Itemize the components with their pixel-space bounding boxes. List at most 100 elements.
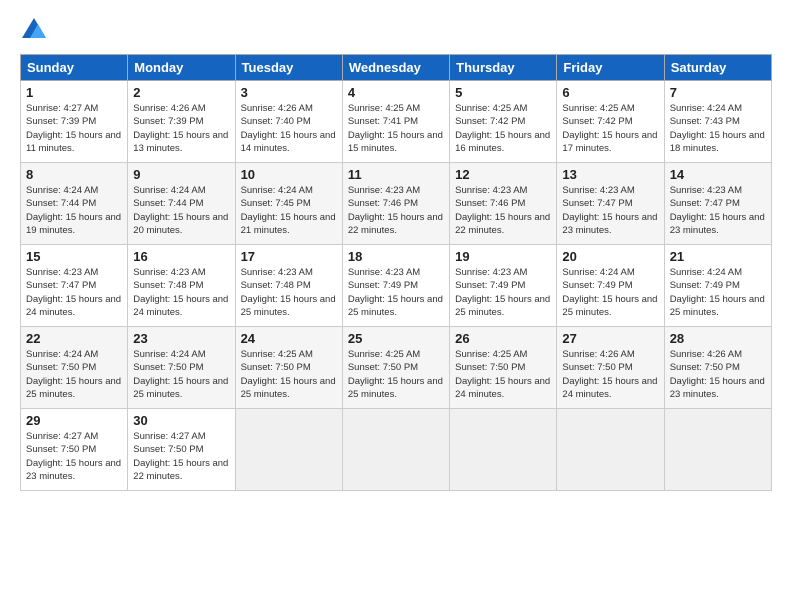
- calendar-table: Sunday Monday Tuesday Wednesday Thursday…: [20, 54, 772, 491]
- table-row: 22 Sunrise: 4:24 AMSunset: 7:50 PMDaylig…: [21, 327, 128, 409]
- day-info: Sunrise: 4:23 AMSunset: 7:49 PMDaylight:…: [348, 266, 444, 319]
- day-info: Sunrise: 4:24 AMSunset: 7:50 PMDaylight:…: [133, 348, 229, 401]
- table-row: 27 Sunrise: 4:26 AMSunset: 7:50 PMDaylig…: [557, 327, 664, 409]
- day-info: Sunrise: 4:26 AMSunset: 7:39 PMDaylight:…: [133, 102, 229, 155]
- day-number: 14: [670, 167, 766, 182]
- table-row: [235, 409, 342, 491]
- table-row: 26 Sunrise: 4:25 AMSunset: 7:50 PMDaylig…: [450, 327, 557, 409]
- col-thursday: Thursday: [450, 55, 557, 81]
- table-row: 11 Sunrise: 4:23 AMSunset: 7:46 PMDaylig…: [342, 163, 449, 245]
- day-number: 5: [455, 85, 551, 100]
- table-row: 24 Sunrise: 4:25 AMSunset: 7:50 PMDaylig…: [235, 327, 342, 409]
- day-number: 15: [26, 249, 122, 264]
- day-number: 7: [670, 85, 766, 100]
- logo-icon: [20, 16, 48, 44]
- table-row: 9 Sunrise: 4:24 AMSunset: 7:44 PMDayligh…: [128, 163, 235, 245]
- table-row: 12 Sunrise: 4:23 AMSunset: 7:46 PMDaylig…: [450, 163, 557, 245]
- day-number: 29: [26, 413, 122, 428]
- day-info: Sunrise: 4:24 AMSunset: 7:44 PMDaylight:…: [133, 184, 229, 237]
- day-info: Sunrise: 4:24 AMSunset: 7:43 PMDaylight:…: [670, 102, 766, 155]
- table-row: 5 Sunrise: 4:25 AMSunset: 7:42 PMDayligh…: [450, 81, 557, 163]
- col-friday: Friday: [557, 55, 664, 81]
- table-row: 28 Sunrise: 4:26 AMSunset: 7:50 PMDaylig…: [664, 327, 771, 409]
- col-wednesday: Wednesday: [342, 55, 449, 81]
- col-saturday: Saturday: [664, 55, 771, 81]
- day-info: Sunrise: 4:25 AMSunset: 7:50 PMDaylight:…: [241, 348, 337, 401]
- col-sunday: Sunday: [21, 55, 128, 81]
- table-row: 25 Sunrise: 4:25 AMSunset: 7:50 PMDaylig…: [342, 327, 449, 409]
- calendar-week-4: 22 Sunrise: 4:24 AMSunset: 7:50 PMDaylig…: [21, 327, 772, 409]
- day-info: Sunrise: 4:24 AMSunset: 7:44 PMDaylight:…: [26, 184, 122, 237]
- table-row: 7 Sunrise: 4:24 AMSunset: 7:43 PMDayligh…: [664, 81, 771, 163]
- header: [20, 16, 772, 44]
- table-row: 14 Sunrise: 4:23 AMSunset: 7:47 PMDaylig…: [664, 163, 771, 245]
- day-number: 4: [348, 85, 444, 100]
- day-number: 21: [670, 249, 766, 264]
- table-row: 3 Sunrise: 4:26 AMSunset: 7:40 PMDayligh…: [235, 81, 342, 163]
- table-row: 15 Sunrise: 4:23 AMSunset: 7:47 PMDaylig…: [21, 245, 128, 327]
- day-info: Sunrise: 4:27 AMSunset: 7:39 PMDaylight:…: [26, 102, 122, 155]
- day-number: 24: [241, 331, 337, 346]
- day-number: 8: [26, 167, 122, 182]
- day-info: Sunrise: 4:24 AMSunset: 7:49 PMDaylight:…: [670, 266, 766, 319]
- table-row: 2 Sunrise: 4:26 AMSunset: 7:39 PMDayligh…: [128, 81, 235, 163]
- table-row: 13 Sunrise: 4:23 AMSunset: 7:47 PMDaylig…: [557, 163, 664, 245]
- day-info: Sunrise: 4:24 AMSunset: 7:49 PMDaylight:…: [562, 266, 658, 319]
- table-row: 6 Sunrise: 4:25 AMSunset: 7:42 PMDayligh…: [557, 81, 664, 163]
- calendar-week-5: 29 Sunrise: 4:27 AMSunset: 7:50 PMDaylig…: [21, 409, 772, 491]
- day-number: 11: [348, 167, 444, 182]
- day-info: Sunrise: 4:24 AMSunset: 7:50 PMDaylight:…: [26, 348, 122, 401]
- day-number: 17: [241, 249, 337, 264]
- day-number: 13: [562, 167, 658, 182]
- day-number: 27: [562, 331, 658, 346]
- day-number: 23: [133, 331, 229, 346]
- calendar-week-3: 15 Sunrise: 4:23 AMSunset: 7:47 PMDaylig…: [21, 245, 772, 327]
- day-number: 9: [133, 167, 229, 182]
- table-row: [664, 409, 771, 491]
- table-row: [342, 409, 449, 491]
- day-number: 22: [26, 331, 122, 346]
- day-number: 16: [133, 249, 229, 264]
- day-info: Sunrise: 4:24 AMSunset: 7:45 PMDaylight:…: [241, 184, 337, 237]
- day-number: 6: [562, 85, 658, 100]
- col-tuesday: Tuesday: [235, 55, 342, 81]
- table-row: 30 Sunrise: 4:27 AMSunset: 7:50 PMDaylig…: [128, 409, 235, 491]
- day-info: Sunrise: 4:23 AMSunset: 7:47 PMDaylight:…: [26, 266, 122, 319]
- table-row: 16 Sunrise: 4:23 AMSunset: 7:48 PMDaylig…: [128, 245, 235, 327]
- calendar-week-2: 8 Sunrise: 4:24 AMSunset: 7:44 PMDayligh…: [21, 163, 772, 245]
- day-number: 3: [241, 85, 337, 100]
- day-info: Sunrise: 4:26 AMSunset: 7:50 PMDaylight:…: [670, 348, 766, 401]
- day-info: Sunrise: 4:27 AMSunset: 7:50 PMDaylight:…: [133, 430, 229, 483]
- day-info: Sunrise: 4:25 AMSunset: 7:50 PMDaylight:…: [348, 348, 444, 401]
- table-row: 10 Sunrise: 4:24 AMSunset: 7:45 PMDaylig…: [235, 163, 342, 245]
- day-number: 2: [133, 85, 229, 100]
- day-info: Sunrise: 4:23 AMSunset: 7:46 PMDaylight:…: [455, 184, 551, 237]
- table-row: 1 Sunrise: 4:27 AMSunset: 7:39 PMDayligh…: [21, 81, 128, 163]
- day-number: 19: [455, 249, 551, 264]
- day-info: Sunrise: 4:25 AMSunset: 7:41 PMDaylight:…: [348, 102, 444, 155]
- day-number: 10: [241, 167, 337, 182]
- day-number: 30: [133, 413, 229, 428]
- day-number: 28: [670, 331, 766, 346]
- day-number: 1: [26, 85, 122, 100]
- day-number: 20: [562, 249, 658, 264]
- day-number: 25: [348, 331, 444, 346]
- table-row: 23 Sunrise: 4:24 AMSunset: 7:50 PMDaylig…: [128, 327, 235, 409]
- table-row: 20 Sunrise: 4:24 AMSunset: 7:49 PMDaylig…: [557, 245, 664, 327]
- table-row: [450, 409, 557, 491]
- day-info: Sunrise: 4:23 AMSunset: 7:47 PMDaylight:…: [670, 184, 766, 237]
- table-row: 18 Sunrise: 4:23 AMSunset: 7:49 PMDaylig…: [342, 245, 449, 327]
- table-row: [557, 409, 664, 491]
- day-info: Sunrise: 4:25 AMSunset: 7:42 PMDaylight:…: [455, 102, 551, 155]
- day-info: Sunrise: 4:27 AMSunset: 7:50 PMDaylight:…: [26, 430, 122, 483]
- day-info: Sunrise: 4:25 AMSunset: 7:50 PMDaylight:…: [455, 348, 551, 401]
- page: Sunday Monday Tuesday Wednesday Thursday…: [0, 0, 792, 612]
- day-info: Sunrise: 4:25 AMSunset: 7:42 PMDaylight:…: [562, 102, 658, 155]
- day-info: Sunrise: 4:23 AMSunset: 7:48 PMDaylight:…: [241, 266, 337, 319]
- day-info: Sunrise: 4:23 AMSunset: 7:47 PMDaylight:…: [562, 184, 658, 237]
- day-info: Sunrise: 4:23 AMSunset: 7:49 PMDaylight:…: [455, 266, 551, 319]
- table-row: 19 Sunrise: 4:23 AMSunset: 7:49 PMDaylig…: [450, 245, 557, 327]
- table-row: 4 Sunrise: 4:25 AMSunset: 7:41 PMDayligh…: [342, 81, 449, 163]
- day-info: Sunrise: 4:23 AMSunset: 7:48 PMDaylight:…: [133, 266, 229, 319]
- table-row: 8 Sunrise: 4:24 AMSunset: 7:44 PMDayligh…: [21, 163, 128, 245]
